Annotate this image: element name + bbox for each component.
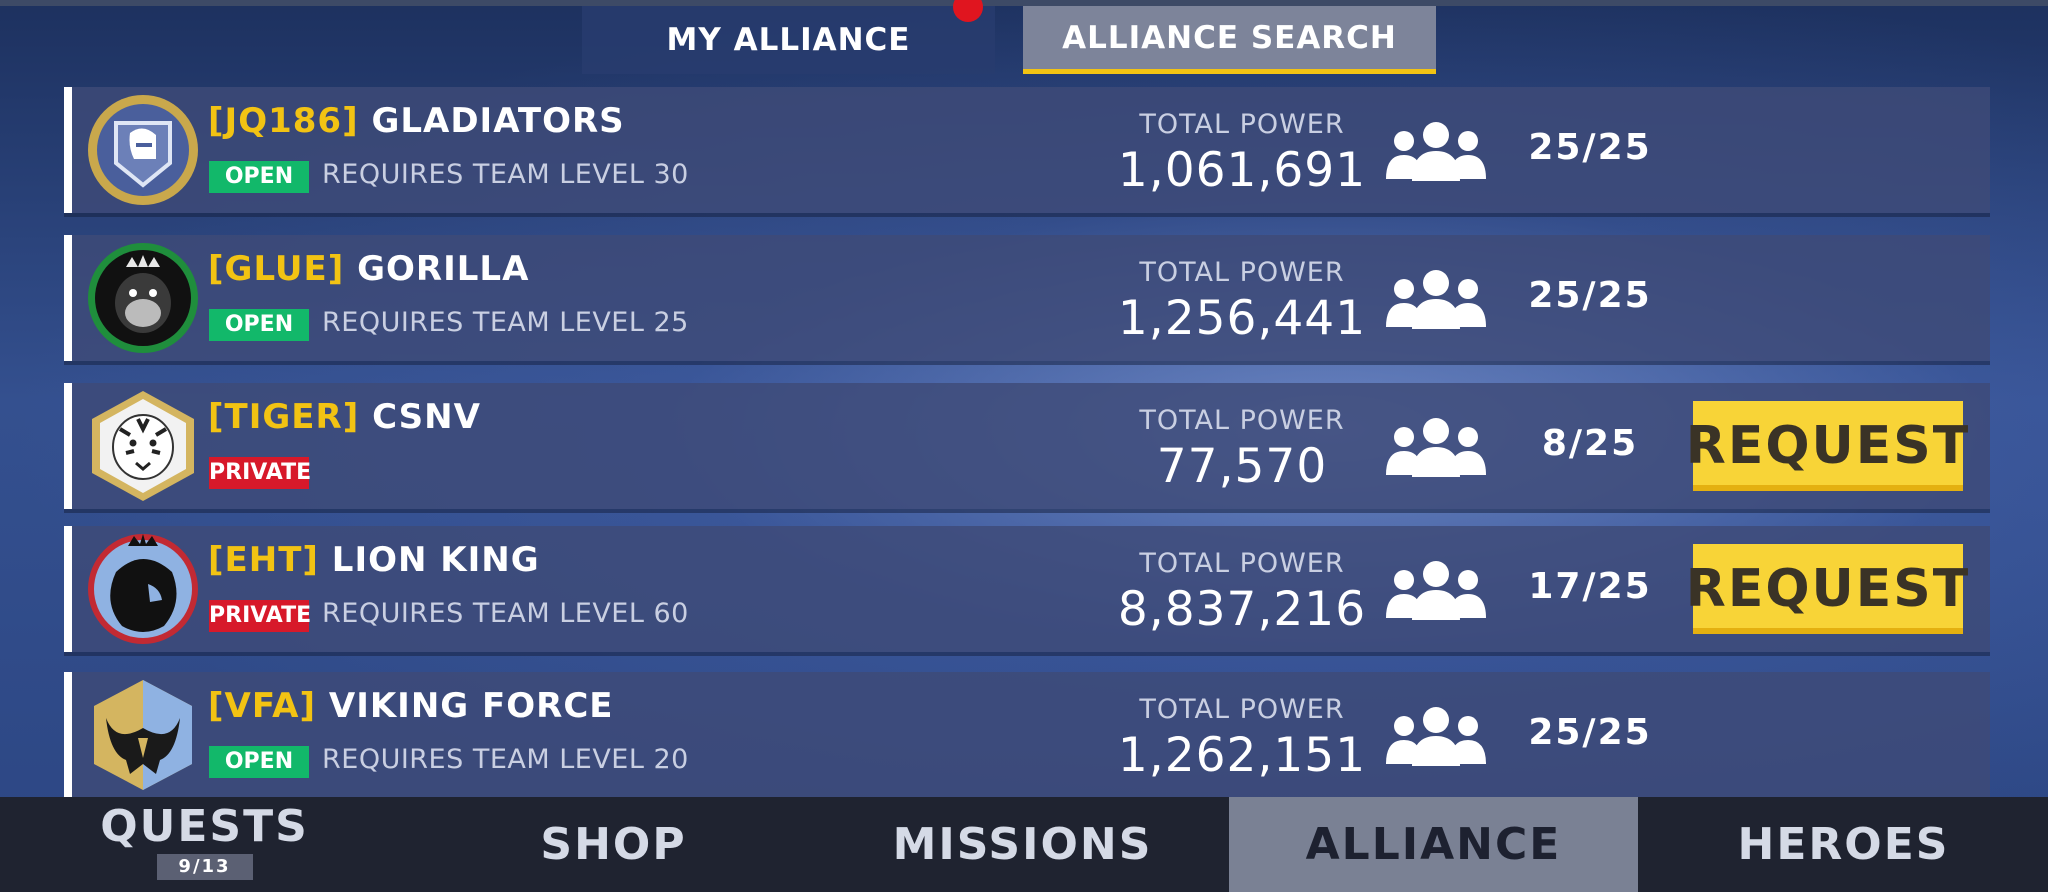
power-value: 1,061,691 [1117,143,1367,198]
status-badge: PRIVATE [209,600,311,632]
alliance-name: [TIGER] CSNV [208,397,481,437]
power-value: 1,262,151 [1117,728,1367,783]
request-button[interactable]: REQUEST [1686,401,1968,491]
nav-tab-missions[interactable]: MISSIONS [818,797,1227,892]
members-icon [1386,270,1486,329]
alliance-tag: [EHT] [208,540,319,580]
members-count: 25/25 [1528,275,1652,316]
tiger-icon [92,391,194,501]
status-badge: PRIVATE [209,457,311,489]
alliance-title: GORILLA [357,249,530,289]
alliance-row[interactable]: [EHT] LION KING PRIVATE REQUIRES TEAM LE… [64,526,1990,652]
power-label: TOTAL POWER [1139,257,1345,288]
members-icon [1386,561,1486,620]
alliance-name: [EHT] LION KING [208,540,540,580]
gorilla-icon [88,243,198,353]
alliance-title: GLADIATORS [371,101,625,141]
viking-helmet-icon [94,680,192,790]
alliance-row[interactable]: [JQ186] GLADIATORS OPEN REQUIRES TEAM LE… [64,87,1990,213]
power-value: 8,837,216 [1117,582,1367,637]
alliance-title: CSNV [372,397,481,437]
alliance-name: [VFA] VIKING FORCE [208,686,614,726]
power-value: 1,256,441 [1117,291,1367,346]
quests-counter: 9/13 [156,854,253,880]
alliance-row[interactable]: [VFA] VIKING FORCE OPEN REQUIRES TEAM LE… [64,672,1990,798]
alliance-tag: [VFA] [208,686,317,726]
requirement-text: REQUIRES TEAM LEVEL 60 [322,598,689,629]
alliance-name: [GLUE] GORILLA [208,249,529,289]
members-count: 25/25 [1528,712,1652,753]
members-count: 8/25 [1541,423,1639,464]
alliance-row[interactable]: [GLUE] GORILLA OPEN REQUIRES TEAM LEVEL … [64,235,1990,361]
nav-tab-quests[interactable]: QUESTS 9/13 [0,797,409,892]
power-label: TOTAL POWER [1139,405,1345,436]
members-icon [1386,418,1486,477]
request-button[interactable]: REQUEST [1686,544,1968,634]
members-icon [1386,122,1486,181]
tab-my-alliance[interactable]: MY ALLIANCE [582,6,995,74]
power-label: TOTAL POWER [1139,548,1345,579]
alliance-tag: [JQ186] [208,101,359,141]
knight-helmet-icon [88,95,198,205]
alliance-tag: [GLUE] [208,249,345,289]
tab-alliance-search[interactable]: ALLIANCE SEARCH [1023,6,1436,74]
alliance-tag: [TIGER] [208,397,360,437]
requirement-text: REQUIRES TEAM LEVEL 30 [322,159,689,190]
alliance-title: VIKING FORCE [328,686,614,726]
alliance-name: [JQ186] GLADIATORS [208,101,625,141]
members-count: 17/25 [1528,566,1652,607]
status-badge: OPEN [209,161,309,193]
power-value: 77,570 [1156,439,1328,494]
members-icon [1386,707,1486,766]
power-label: TOTAL POWER [1139,694,1345,725]
nav-tab-heroes[interactable]: HEROES [1639,797,2048,892]
lion-icon [88,534,198,644]
bottom-nav: QUESTS 9/13 SHOP MISSIONS ALLIANCE HEROE… [0,797,2048,892]
power-label: TOTAL POWER [1139,109,1345,140]
nav-tab-shop[interactable]: SHOP [409,797,818,892]
alliance-title: LION KING [331,540,540,580]
alliance-row[interactable]: [TIGER] CSNV PRIVATE TOTAL POWER 77,570 … [64,383,1990,509]
status-badge: OPEN [209,309,309,341]
status-badge: OPEN [209,746,309,778]
requirement-text: REQUIRES TEAM LEVEL 20 [322,744,689,775]
nav-label-quests: QUESTS [100,801,309,852]
members-count: 25/25 [1528,127,1652,168]
nav-tab-alliance[interactable]: ALLIANCE [1229,797,1638,892]
requirement-text: REQUIRES TEAM LEVEL 25 [322,307,689,338]
